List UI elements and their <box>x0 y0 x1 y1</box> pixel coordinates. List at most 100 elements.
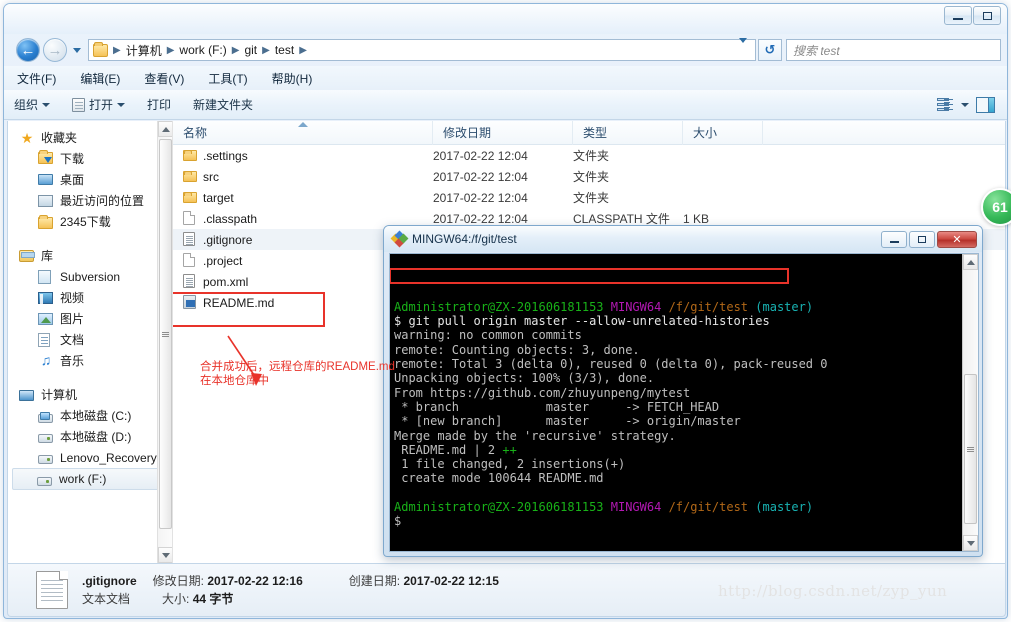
sidebar-label: 下载 <box>60 152 85 166</box>
column-header-type[interactable]: 类型 <box>573 121 683 145</box>
document-icon <box>38 332 54 347</box>
organize-button[interactable]: 组织 <box>14 96 51 113</box>
details-created-label: 创建日期: <box>348 574 401 588</box>
terminal-line: Merge made by the 'recursive' strategy. <box>394 429 962 443</box>
file-name: .classpath <box>203 211 258 226</box>
sidebar-item-music[interactable]: ♫ 音乐 <box>8 350 172 371</box>
text-file-icon <box>183 232 197 247</box>
details-modified-label: 修改日期: <box>152 574 205 588</box>
breadcrumb[interactable]: ▶ 计算机 ▶ work (F:) ▶ git ▶ test ▶ <box>88 38 756 61</box>
sidebar-item-favorites[interactable]: ★ 收藏夹 <box>8 127 172 148</box>
sidebar-item-computer[interactable]: 计算机 <box>8 384 172 405</box>
scrollbar-thumb[interactable] <box>964 374 977 524</box>
sidebar-item-lenovo-recovery[interactable]: Lenovo_Recovery <box>8 447 172 468</box>
table-row[interactable]: target 2017-02-22 12:04 文件夹 <box>173 187 1005 208</box>
terminal-output[interactable]: Administrator@ZX-201606181153 MINGW64 /f… <box>390 254 962 551</box>
terminal-titlebar[interactable]: MINGW64:/f/git/test ✕ <box>384 226 982 252</box>
sidebar-item-2345-download[interactable]: 2345下载 <box>8 211 172 232</box>
folder-icon <box>183 169 197 184</box>
terminal-window[interactable]: MINGW64:/f/git/test ✕ Administrator@ZX-2… <box>383 225 983 557</box>
search-input[interactable]: 搜索 test <box>786 39 1001 61</box>
desktop-icon <box>38 173 54 187</box>
sidebar-item-recent-places[interactable]: 最近访问的位置 <box>8 190 172 211</box>
navigation-pane[interactable]: ★ 收藏夹 下载 桌面 最近访问的位置 2345下载 库 Subversion … <box>8 121 173 563</box>
forward-icon[interactable]: → <box>43 38 67 62</box>
sidebar-item-downloads[interactable]: 下载 <box>8 148 172 169</box>
file-name: .project <box>203 253 243 268</box>
menu-tools[interactable]: 工具(T) <box>205 68 250 89</box>
sidebar-label: 视频 <box>60 291 85 305</box>
command-highlight-box <box>390 268 789 284</box>
details-type-value: 文本文档 <box>82 592 131 606</box>
terminal-scrollbar[interactable] <box>962 254 978 551</box>
scroll-down-button[interactable] <box>963 535 978 551</box>
minimize-button[interactable] <box>944 6 972 25</box>
table-row[interactable]: src 2017-02-22 12:04 文件夹 <box>173 166 1005 187</box>
back-icon[interactable]: ← <box>16 38 40 62</box>
breadcrumb-separator: ▶ <box>231 44 240 56</box>
scroll-up-button[interactable] <box>158 121 172 137</box>
breadcrumb-item-computer[interactable]: 计算机 <box>124 42 164 59</box>
sidebar-item-drive-d[interactable]: 本地磁盘 (D:) <box>8 426 172 447</box>
column-header-date[interactable]: 修改日期 <box>433 121 573 145</box>
menu-view[interactable]: 查看(V) <box>141 68 187 89</box>
sidebar-item-work-f[interactable]: work (F:) <box>12 468 168 490</box>
library-icon <box>19 249 35 263</box>
breadcrumb-item-test[interactable]: test <box>273 43 296 57</box>
file-name: pom.xml <box>203 274 249 289</box>
subversion-icon <box>38 269 54 284</box>
breadcrumb-dropdown-icon[interactable] <box>733 38 753 57</box>
column-header-name[interactable]: 名称 <box>173 121 433 145</box>
sort-ascending-icon <box>298 121 308 127</box>
sidebar-item-pictures[interactable]: 图片 <box>8 308 172 329</box>
sidebar-item-drive-c[interactable]: 本地磁盘 (C:) <box>8 405 172 426</box>
chevron-down-icon[interactable] <box>961 102 969 107</box>
menu-file[interactable]: 文件(F) <box>14 68 59 89</box>
terminal-line: 1 file changed, 2 insertions(+) <box>394 457 962 471</box>
terminal-body[interactable]: Administrator@ZX-201606181153 MINGW64 /f… <box>389 253 979 552</box>
terminal-close-button[interactable]: ✕ <box>937 230 977 248</box>
file-name-cell: .settings <box>173 148 433 163</box>
nav-group-favorites: ★ 收藏夹 下载 桌面 最近访问的位置 2345下载 <box>8 127 172 232</box>
menu-edit[interactable]: 编辑(E) <box>77 68 123 89</box>
nav-group-computer: 计算机 本地磁盘 (C:) 本地磁盘 (D:) Lenovo_Recovery <box>8 384 172 490</box>
menu-help[interactable]: 帮助(H) <box>269 68 316 89</box>
music-icon: ♫ <box>40 351 52 368</box>
open-button[interactable]: 打开 <box>72 96 126 113</box>
sidebar-item-desktop[interactable]: 桌面 <box>8 169 172 190</box>
print-button[interactable]: 打印 <box>147 96 171 113</box>
terminal-segment: Administrator@ZX-201606181153 <box>394 299 604 314</box>
terminal-segment: warning: no common commits <box>394 328 582 343</box>
breadcrumb-item-git[interactable]: git <box>242 43 259 57</box>
terminal-segment: * [new branch] master -> origin/master <box>394 414 741 429</box>
preview-pane-icon[interactable] <box>976 96 995 113</box>
details-size: 大小: 44 字节 <box>162 590 233 608</box>
sidebar-item-documents[interactable]: 文档 <box>8 329 172 350</box>
chevron-down-icon[interactable] <box>70 47 83 53</box>
column-header-size[interactable]: 大小 <box>683 121 763 145</box>
terminal-segment: /f/git/test <box>668 299 749 314</box>
change-view-icon[interactable] <box>937 97 954 112</box>
refresh-icon[interactable]: ↺ <box>758 39 782 61</box>
sidebar-item-subversion[interactable]: Subversion <box>8 266 172 287</box>
notification-badge[interactable]: 61 <box>981 188 1011 226</box>
file-type-cell: 文件夹 <box>573 170 610 184</box>
terminal-minimize-button[interactable] <box>881 230 907 248</box>
sidebar-item-videos[interactable]: 视频 <box>8 287 172 308</box>
text-file-icon <box>183 274 197 289</box>
terminal-maximize-button[interactable] <box>909 230 935 248</box>
scroll-down-button[interactable] <box>158 547 172 563</box>
sidebar-item-libraries[interactable]: 库 <box>8 245 172 266</box>
scroll-up-button[interactable] <box>963 254 978 270</box>
file-icon <box>183 253 197 268</box>
table-row[interactable]: .settings 2017-02-22 12:04 文件夹 <box>173 145 1005 166</box>
new-folder-button[interactable]: 新建文件夹 <box>193 96 253 113</box>
chevron-down-icon <box>42 102 51 107</box>
video-icon <box>38 291 54 305</box>
maximize-button[interactable] <box>973 6 1001 25</box>
scrollbar-thumb[interactable] <box>159 139 172 529</box>
navigation-scrollbar[interactable] <box>157 121 172 563</box>
text-file-icon <box>36 571 68 609</box>
breadcrumb-item-work[interactable]: work (F:) <box>177 43 228 57</box>
file-date-cell: 2017-02-22 12:04 <box>433 211 528 226</box>
